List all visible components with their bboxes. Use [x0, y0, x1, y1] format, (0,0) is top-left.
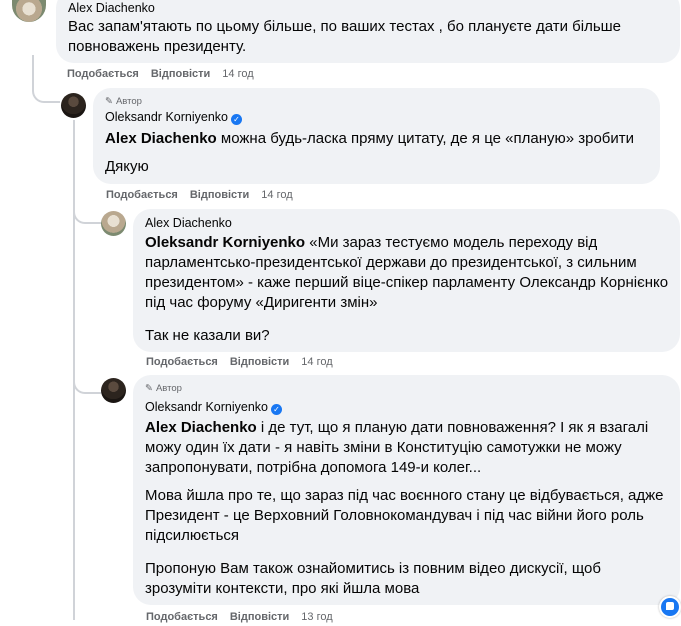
- avatar[interactable]: [61, 93, 86, 118]
- reply-button[interactable]: Відповісти: [230, 611, 289, 623]
- comment-bubble: Alex Diachenko Вас запам'ятають по цьому…: [56, 0, 680, 63]
- comment-actions: Подобається Відповісти 14 год: [106, 189, 305, 201]
- comment-bubble: ✎ Автор Oleksandr Korniyenko ✓ Alex Diache…: [93, 88, 660, 184]
- comment-author[interactable]: Alex Diachenko: [68, 1, 155, 16]
- comment-actions: Подобається Відповісти 13 год: [146, 611, 345, 623]
- verified-badge-icon: ✓: [270, 404, 282, 415]
- avatar[interactable]: [12, 0, 46, 22]
- comment-text-2: Мова йшла про те, що зараз під час воєнн…: [145, 487, 664, 544]
- messenger-icon[interactable]: [659, 596, 681, 618]
- timestamp[interactable]: 14 год: [301, 356, 332, 368]
- comment-bubble: Alex Diachenko Oleksandr Korniyenko «Ми …: [133, 209, 680, 352]
- mention-link[interactable]: Alex Diachenko: [145, 419, 257, 436]
- comment-author[interactable]: Oleksandr Korniyenko ✓: [105, 110, 242, 125]
- avatar[interactable]: [101, 378, 126, 403]
- pen-icon: ✎: [105, 96, 113, 107]
- comment-author[interactable]: Alex Diachenko: [145, 216, 232, 231]
- comment-text-2: Так не казали ви?: [145, 327, 270, 344]
- reply-button[interactable]: Відповісти: [190, 189, 249, 201]
- like-button[interactable]: Подобається: [146, 356, 218, 368]
- reply-button[interactable]: Відповісти: [151, 68, 210, 80]
- timestamp[interactable]: 14 год: [261, 189, 292, 201]
- comment-text: Alex Diachenko і де тут, що я планую дат…: [145, 419, 649, 476]
- like-button[interactable]: Подобається: [106, 189, 178, 201]
- comment-author[interactable]: Oleksandr Korniyenko ✓: [145, 400, 282, 415]
- mention-link[interactable]: Alex Diachenko: [105, 130, 217, 147]
- avatar[interactable]: [101, 211, 126, 236]
- author-badge: ✎ Автор: [105, 96, 142, 107]
- timestamp[interactable]: 14 год: [222, 68, 253, 80]
- comment-bubble: ✎ Автор Oleksandr Korniyenko ✓ Alex Diache…: [133, 375, 680, 605]
- like-button[interactable]: Подобається: [67, 68, 139, 80]
- comment-text: Oleksandr Korniyenko «Ми зараз тестуємо …: [145, 234, 669, 311]
- mention-link[interactable]: Oleksandr Korniyenko: [145, 234, 305, 251]
- comment-text-2: Дякую: [105, 158, 149, 175]
- comment-text: Alex Diachenko можна будь-ласка пряму ци…: [105, 130, 635, 147]
- pen-icon: ✎: [145, 383, 153, 394]
- verified-badge-icon: ✓: [230, 114, 242, 125]
- timestamp[interactable]: 13 год: [301, 611, 332, 623]
- comment-actions: Подобається Відповісти 14 год: [146, 356, 345, 368]
- reply-button[interactable]: Відповісти: [230, 356, 289, 368]
- comment-text-3: Пропоную Вам також ознайомитись із повни…: [145, 560, 601, 597]
- thread-connector: [73, 330, 101, 394]
- author-badge: ✎ Автор: [145, 383, 182, 394]
- comment-actions: Подобається Відповісти 14 год: [67, 68, 266, 80]
- thread-connector: [32, 55, 60, 103]
- comment-text: Вас запам'ятають по цьому більше, по ваш…: [68, 18, 622, 55]
- like-button[interactable]: Подобається: [146, 611, 218, 623]
